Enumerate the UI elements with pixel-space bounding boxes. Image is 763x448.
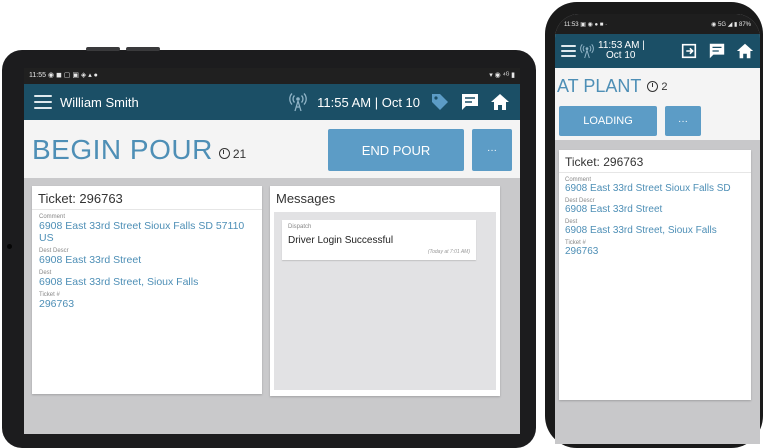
chat-icon[interactable]	[460, 92, 480, 112]
ticket-title: Ticket: 296763	[32, 186, 262, 210]
tablet-status-bar: 11:55 ◉ ◼ ▢ ▣ ◈ ▴ ● ▾ ◉ ⁴ᴳ ▮	[24, 68, 520, 84]
phone-ticket-card: Ticket: 296763 Comment 6908 East 33rd St…	[559, 150, 751, 400]
phone-page-title: AT PLANT 2	[557, 76, 667, 97]
tablet-screen: 11:55 ◉ ◼ ▢ ▣ ◈ ▴ ● ▾ ◉ ⁴ᴳ ▮ William Smi…	[24, 68, 520, 434]
ticket-card: Ticket: 296763 Comment 6908 East 33rd St…	[32, 186, 262, 394]
chat-icon[interactable]	[708, 42, 726, 60]
phone-status-header: AT PLANT 2 LOADING ···	[555, 68, 760, 140]
tag-icon[interactable]	[430, 92, 450, 112]
home-icon[interactable]	[736, 42, 754, 60]
loading-button[interactable]: LOADING	[559, 106, 657, 136]
phone-status-icons: ▣ ◉ ● ■ ·	[580, 21, 608, 28]
user-name: William Smith	[60, 94, 139, 110]
phone-more-button[interactable]: ···	[665, 106, 701, 136]
page-title: BEGIN POUR 21	[32, 134, 246, 166]
menu-icon[interactable]	[34, 95, 52, 109]
phone-ticket-title: Ticket: 296763	[559, 150, 751, 173]
status-header: BEGIN POUR 21 END POUR ···	[24, 120, 520, 178]
ticket-number-value: 296763	[39, 298, 75, 310]
tablet-camera	[7, 244, 12, 249]
status-time: 11:55	[29, 72, 46, 79]
more-button[interactable]: ···	[472, 129, 512, 171]
tablet-power-button	[126, 47, 160, 51]
phone-page-title-text: AT PLANT	[557, 76, 642, 96]
phone-status-right: ◉ 5G ◢ ▮ 87%	[711, 21, 751, 28]
clock-icon	[218, 148, 230, 159]
page-title-text: BEGIN POUR	[32, 134, 213, 165]
dest-value: 6908 East 33rd Street, Sioux Falls	[39, 276, 199, 288]
phone-device: 11:53 ▣ ◉ ● ■ · ◉ 5G ◢ ▮ 87% 11:53 AM | …	[545, 2, 763, 448]
phone-ticket-number-value: 296763	[565, 246, 599, 257]
menu-icon[interactable]	[561, 45, 576, 57]
messages-title: Messages	[276, 191, 336, 206]
phone-dest-value: 6908 East 33rd Street, Sioux Falls	[565, 225, 717, 236]
end-pour-button[interactable]: END POUR	[328, 129, 464, 171]
comment-value: 6908 East 33rd Street Sioux Falls SD 571…	[39, 220, 245, 244]
phone-dest-descr-value: 6908 East 33rd Street	[565, 204, 663, 215]
phone-time-date: 11:53 AM | Oct 10	[598, 41, 645, 61]
status-right-icons: ▾ ◉ ⁴ᴳ ▮	[489, 72, 515, 79]
message-time: (Today at 7:01 AM)	[427, 249, 470, 255]
message-item[interactable]: Dispatch Driver Login Successful (Today …	[282, 220, 476, 260]
time-date: 11:55 AM | Oct 10	[317, 94, 420, 110]
phone-status-bar: 11:53 ▣ ◉ ● ■ · ◉ 5G ◢ ▮ 87%	[555, 14, 760, 34]
clock-icon	[647, 81, 659, 92]
message-sender: Dispatch	[288, 224, 312, 230]
phone-status-time: 11:53	[564, 21, 579, 28]
antenna-icon	[289, 93, 307, 112]
app-bar: William Smith 11:55 AM | Oct 10	[24, 84, 520, 120]
phone-comment-value: 6908 East 33rd Street Sioux Falls SD	[565, 183, 731, 194]
message-body: Driver Login Successful	[288, 235, 394, 246]
home-icon[interactable]	[490, 92, 510, 112]
status-icons: ◉ ◼ ▢ ▣ ◈ ▴ ●	[47, 72, 98, 79]
antenna-icon	[580, 44, 594, 59]
messages-list: Dispatch Driver Login Successful (Today …	[274, 212, 496, 390]
phone-screen: 11:53 ▣ ◉ ● ■ · ◉ 5G ◢ ▮ 87% 11:53 AM | …	[555, 14, 760, 444]
phone-date: Oct 10	[606, 50, 636, 61]
tablet-device: 11:55 ◉ ◼ ▢ ▣ ◈ ▴ ● ▾ ◉ ⁴ᴳ ▮ William Smi…	[2, 47, 536, 448]
phone-timer-value: 2	[661, 80, 668, 93]
exit-icon[interactable]	[680, 42, 698, 60]
tablet-volume-button	[86, 47, 120, 51]
dest-descr-value: 6908 East 33rd Street	[39, 254, 142, 266]
messages-card: Messages Dispatch Driver Login Successfu…	[270, 186, 500, 396]
timer-value: 21	[232, 146, 247, 161]
phone-app-bar: 11:53 AM | Oct 10	[555, 34, 760, 68]
